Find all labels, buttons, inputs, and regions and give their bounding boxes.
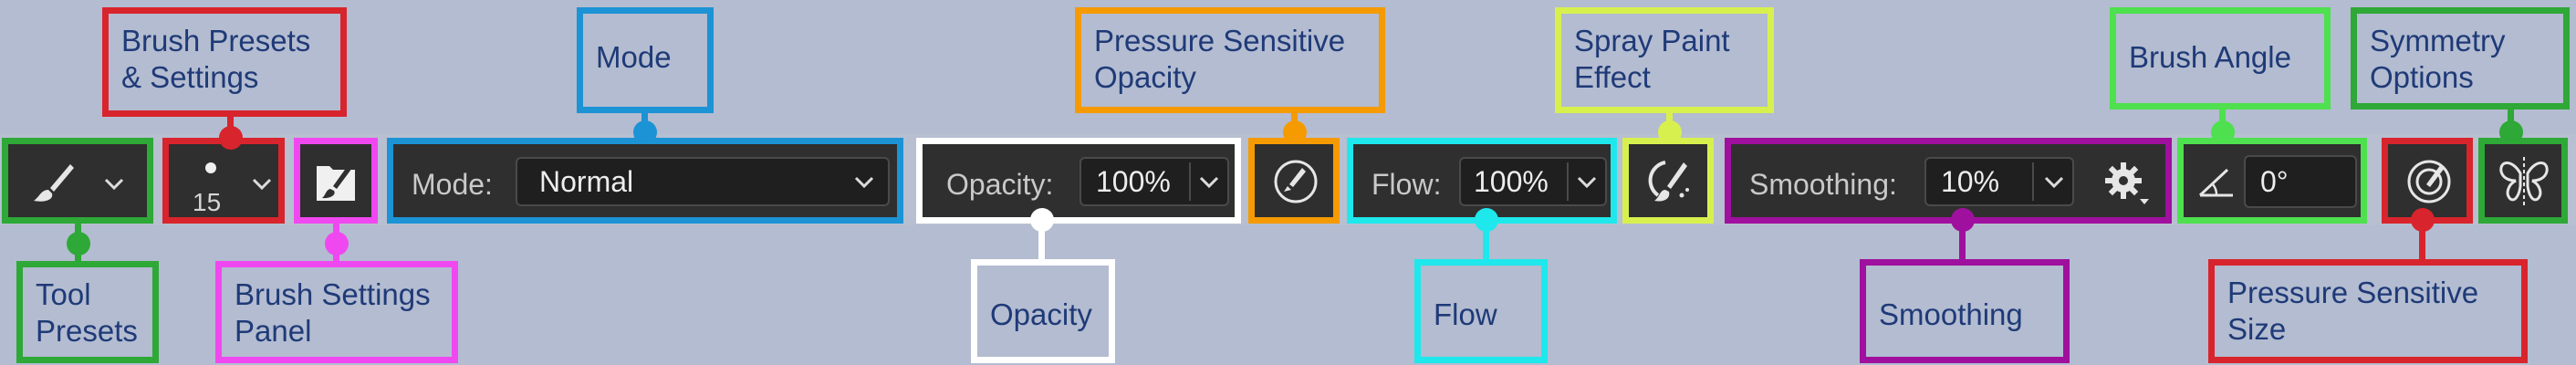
airbrush-icon [1648,161,1689,202]
opacity-label: Opacity: [946,168,1054,201]
annotated-toolbar-diagram: { "toolbar": { "brush_size": "15", "mode… [0,0,2576,365]
field-divider [1567,162,1569,201]
brush-icon [34,164,74,202]
mode-value: Normal [539,164,634,198]
mode-label: Mode: [412,168,493,201]
chevron-down-icon [252,178,272,191]
brush-angle-value: 0° [2260,164,2289,198]
airbrush-button[interactable] [1622,138,1714,224]
butterfly-symmetry-icon [2499,157,2549,208]
chevron-down-icon [104,178,124,191]
brush-settings-panel-button[interactable] [294,138,378,224]
smoothing-value: 10% [1941,164,2000,198]
callout-dot-brush-presets [219,126,243,150]
smoothing-label: Smoothing: [1749,168,1897,201]
flow-input[interactable]: 100% [1459,157,1607,206]
callout-dot-smoothing [1951,208,1975,232]
chevron-down-icon [1199,176,1219,189]
opacity-input[interactable]: 100% [1079,157,1229,206]
brush-size-value: 15 [193,188,222,216]
opacity-value: 100% [1096,164,1171,198]
chevron-down-icon [1577,176,1597,189]
callout-dot-spray-paint [1658,120,1682,144]
pressure-size-icon [2407,160,2451,203]
callout-tool-presets: Tool Presets [16,261,159,363]
callout-brush-settings-panel: Brush Settings Panel [215,261,458,363]
symmetry-button[interactable] [2478,138,2568,224]
callout-dot-opacity [1030,208,1054,232]
mode-select[interactable]: Normal [516,157,890,206]
field-divider [1189,162,1191,201]
callout-mode: Mode [577,7,714,113]
brush-angle-control: 0° [2177,138,2367,224]
chevron-down-icon [854,176,874,189]
tool-presets-button[interactable] [2,138,153,224]
brush-folder-icon [317,161,355,201]
callout-dot-brush-settings-panel [325,232,349,256]
callout-brush-angle: Brush Angle [2110,7,2331,110]
flow-value: 100% [1474,164,1549,198]
callout-dot-brush-angle [2211,120,2235,144]
callout-flow: Flow [1414,259,1548,363]
callout-dot-tool-presets [67,232,90,256]
callout-brush-presets: Brush Presets & Settings [102,7,347,117]
pressure-opacity-button[interactable] [1248,138,1340,224]
callout-dot-pressure-opacity [1283,120,1307,144]
mode-control: Mode: Normal [387,138,903,224]
smoothing-control: Smoothing: 10% [1725,138,2172,224]
field-divider [2032,162,2034,201]
chevron-down-icon [2044,176,2064,189]
callout-symmetry: Symmetry Options [2351,7,2570,110]
opacity-control: Opacity: 100% [916,138,1241,224]
brush-presets-button[interactable]: 15 [162,138,285,224]
callout-dot-mode [633,120,657,144]
callout-opacity: Opacity [971,259,1115,363]
brush-tip-dot-icon [205,162,216,173]
callout-pressure-size: Pressure Sensitive Size [2208,259,2528,363]
callout-spray-paint: Spray Paint Effect [1555,7,1774,113]
gear-icon[interactable] [2103,161,2153,206]
pressure-opacity-icon [1274,160,1318,203]
angle-icon [2198,168,2233,197]
callout-pressure-opacity: Pressure Sensitive Opacity [1075,7,1385,113]
flow-label: Flow: [1371,168,1442,201]
callout-smoothing: Smoothing [1860,259,2070,363]
brush-angle-input[interactable]: 0° [2244,155,2357,208]
callout-dot-symmetry [2499,120,2523,144]
smoothing-input[interactable]: 10% [1924,157,2074,206]
callout-dot-pressure-size [2411,208,2435,232]
callout-dot-flow [1475,208,1498,232]
